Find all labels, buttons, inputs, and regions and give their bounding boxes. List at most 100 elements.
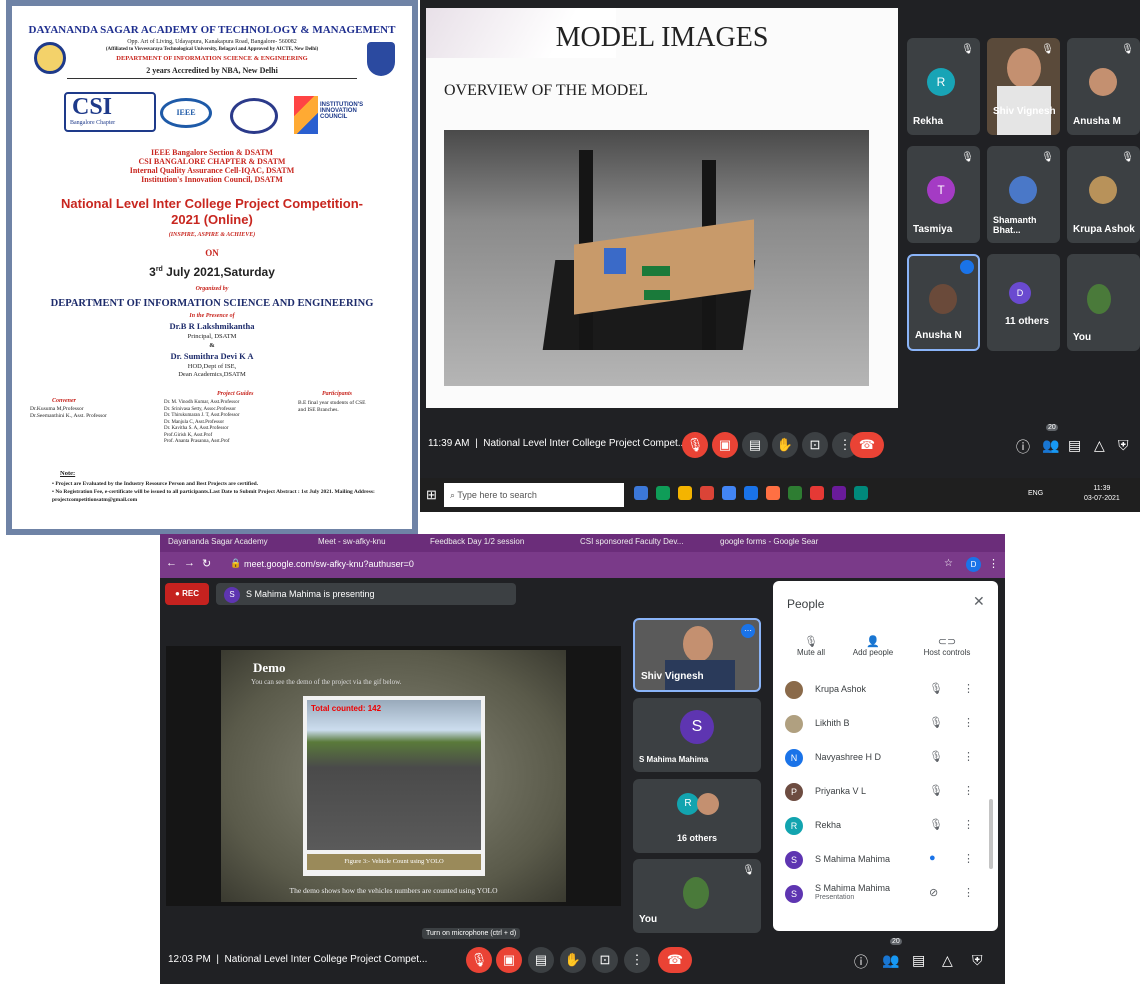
more-vert-icon[interactable]: ⋮ bbox=[963, 784, 974, 797]
info-icon[interactable]: ⓘ bbox=[854, 952, 868, 972]
app-icon[interactable] bbox=[678, 486, 692, 500]
forward-icon[interactable]: → bbox=[184, 557, 195, 569]
app-icon[interactable] bbox=[722, 486, 736, 500]
tray-clock[interactable]: 11:39 03-07-2021 bbox=[1084, 484, 1120, 504]
poster-address: Opp. Art of Living, Udayapura, Kanakapur… bbox=[127, 39, 297, 45]
participant-tile[interactable]: T 🎙 Tasmiya bbox=[907, 146, 980, 243]
app-icon[interactable] bbox=[832, 486, 846, 500]
more-vert-icon[interactable]: ⋮ bbox=[963, 818, 974, 831]
present-button[interactable]: ⊡ bbox=[802, 432, 828, 458]
participant-tile[interactable]: 🎙 Shamanth Bhat... bbox=[987, 146, 1060, 243]
video-face bbox=[683, 626, 713, 662]
participant-tile[interactable]: ⋯ Shiv Vignesh bbox=[633, 618, 761, 692]
info-icon[interactable]: ⓘ bbox=[1016, 437, 1030, 457]
list-item[interactable]: R Rekha 🎙 ⋮ bbox=[773, 809, 998, 843]
app-icon[interactable] bbox=[656, 486, 670, 500]
chat-icon[interactable]: ▤ bbox=[1068, 437, 1081, 454]
tab[interactable]: CSI sponsored Faculty Dev... bbox=[580, 537, 683, 546]
people-icon[interactable]: 👥 bbox=[1042, 437, 1059, 454]
app-icon[interactable] bbox=[788, 486, 802, 500]
list-item[interactable]: P Priyanka V L 🎙 ⋮ bbox=[773, 775, 998, 809]
mute-all-button[interactable]: 🎙 Mute all bbox=[791, 635, 831, 657]
tab[interactable]: google forms - Google Sear bbox=[720, 537, 818, 546]
more-vert-icon[interactable]: ⋮ bbox=[963, 852, 974, 865]
captions-button[interactable]: ▤ bbox=[528, 947, 554, 973]
list-item[interactable]: SS Mahima Mahima Presentation ⊘ ⋮ bbox=[773, 877, 998, 911]
participant-tile[interactable]: 🎙 Anusha M bbox=[1067, 38, 1140, 135]
presenting-banner: SS Mahima Mahima is presenting bbox=[216, 583, 516, 605]
list-item[interactable]: Likhith B 🎙 ⋮ bbox=[773, 707, 998, 741]
chat-icon[interactable]: ▤ bbox=[912, 952, 925, 969]
avatar: S bbox=[785, 851, 803, 869]
mic-button[interactable]: 🎙 bbox=[682, 432, 708, 458]
app-icon[interactable] bbox=[700, 486, 714, 500]
app-icon[interactable] bbox=[766, 486, 780, 500]
menu-icon[interactable]: ⋮ bbox=[988, 557, 999, 570]
list-item[interactable]: SS Mahima Mahima ● ⋮ bbox=[773, 843, 998, 877]
reload-icon[interactable]: ↻ bbox=[202, 557, 211, 570]
avatar bbox=[929, 284, 957, 314]
captions-button[interactable]: ▤ bbox=[742, 432, 768, 458]
tab[interactable]: Feedback Day 1/2 session bbox=[430, 537, 524, 546]
tray-lang: ENG bbox=[1028, 490, 1044, 497]
activities-icon[interactable]: △ bbox=[942, 952, 953, 969]
participant-tile-you[interactable]: 🎙 You bbox=[633, 859, 761, 933]
host-controls-button[interactable]: ⊂⊃ Host controls bbox=[915, 635, 979, 657]
mic-off-icon: 🎙 bbox=[929, 683, 943, 695]
back-icon[interactable]: ← bbox=[166, 557, 177, 569]
leave-call-button[interactable]: ☎ bbox=[658, 947, 692, 973]
participant-tile[interactable]: R 16 others bbox=[633, 779, 761, 853]
url-text[interactable]: meet.google.com/sw-afky-knu?authuser=0 bbox=[244, 559, 414, 569]
list-item[interactable]: Krupa Ashok 🎙 ⋮ bbox=[773, 673, 998, 707]
app-icon[interactable] bbox=[854, 486, 868, 500]
tab[interactable]: Dayananda Sagar Academy bbox=[168, 537, 268, 546]
leave-call-button[interactable]: ☎ bbox=[850, 432, 884, 458]
raise-hand-button[interactable]: ✋ bbox=[772, 432, 798, 458]
poster-guides: Dr. M. Vinodh Kumar, Asst.Professor Dr. … bbox=[164, 400, 240, 444]
video-face bbox=[1007, 48, 1041, 88]
participant-tile-speaking[interactable]: Anusha N bbox=[907, 254, 980, 351]
host-controls-icon[interactable]: ⛨ bbox=[972, 952, 983, 969]
more-vert-icon[interactable]: ⋮ bbox=[963, 886, 974, 899]
more-options-button[interactable]: ⋮ bbox=[624, 947, 650, 973]
app-icon[interactable] bbox=[634, 486, 648, 500]
scrollbar[interactable] bbox=[989, 799, 993, 869]
app-icon[interactable] bbox=[810, 486, 824, 500]
people-icon[interactable]: 👥 bbox=[882, 952, 899, 969]
avatar bbox=[1089, 68, 1117, 96]
camera-button[interactable]: ▣ bbox=[712, 432, 738, 458]
participant-tile[interactable]: 🎙 Shiv Vignesh bbox=[987, 38, 1060, 135]
poster-convener: Dr.Kusuma M,Professor Dr.Seemanthini K.,… bbox=[30, 406, 107, 419]
list-item[interactable]: N Navyashree H D 🎙 ⋮ bbox=[773, 741, 998, 775]
participant-tile[interactable]: 🎙 Krupa Ashok bbox=[1067, 146, 1140, 243]
app-icon[interactable] bbox=[744, 486, 758, 500]
participant-tile[interactable]: R 🎙 Rekha bbox=[907, 38, 980, 135]
avatar bbox=[1009, 176, 1037, 204]
presentation-slide: MODEL IMAGES OVERVIEW OF THE MODEL bbox=[426, 8, 898, 408]
present-button[interactable]: ⊡ bbox=[592, 947, 618, 973]
demo-slide-text: You can see the demo of the project via … bbox=[251, 678, 402, 686]
more-vert-icon[interactable]: ⋮ bbox=[963, 682, 974, 695]
windows-start-icon[interactable]: ⊞ bbox=[426, 487, 437, 503]
taskbar-search[interactable]: ⌕ Type here to search bbox=[444, 483, 624, 507]
participant-tile[interactable]: S S Mahima Mahima bbox=[633, 698, 761, 772]
poster-tagline: (INSPIRE, ASPIRE & ACHIEVE) bbox=[168, 232, 256, 238]
camera-button[interactable]: ▣ bbox=[496, 947, 522, 973]
mic-button[interactable]: 🎙 bbox=[466, 947, 492, 973]
tab-active[interactable]: Meet - sw-afky-knu bbox=[318, 537, 386, 546]
activities-icon[interactable]: △ bbox=[1094, 437, 1105, 454]
windows-taskbar: ⊞ ⌕ Type here to search ENG 11:39 03-07-2… bbox=[420, 478, 1140, 512]
participant-tile[interactable]: D 11 others bbox=[987, 254, 1060, 351]
more-vert-icon[interactable]: ⋮ bbox=[963, 716, 974, 729]
more-icon[interactable]: ⋯ bbox=[741, 624, 755, 638]
more-vert-icon[interactable]: ⋮ bbox=[963, 750, 974, 763]
close-icon[interactable]: ✕ bbox=[973, 593, 985, 610]
add-people-button[interactable]: 👤 Add people bbox=[845, 635, 901, 657]
host-controls-icon[interactable]: ⛨ bbox=[1118, 437, 1129, 454]
profile-avatar[interactable]: D bbox=[966, 557, 981, 572]
poster-on: ON bbox=[205, 248, 219, 258]
participant-tile-you[interactable]: You bbox=[1067, 254, 1140, 351]
raise-hand-button[interactable]: ✋ bbox=[560, 947, 586, 973]
star-icon[interactable]: ☆ bbox=[944, 558, 953, 569]
figure-caption: Figure 3:- Vehicle Count using YOLO bbox=[307, 854, 481, 870]
